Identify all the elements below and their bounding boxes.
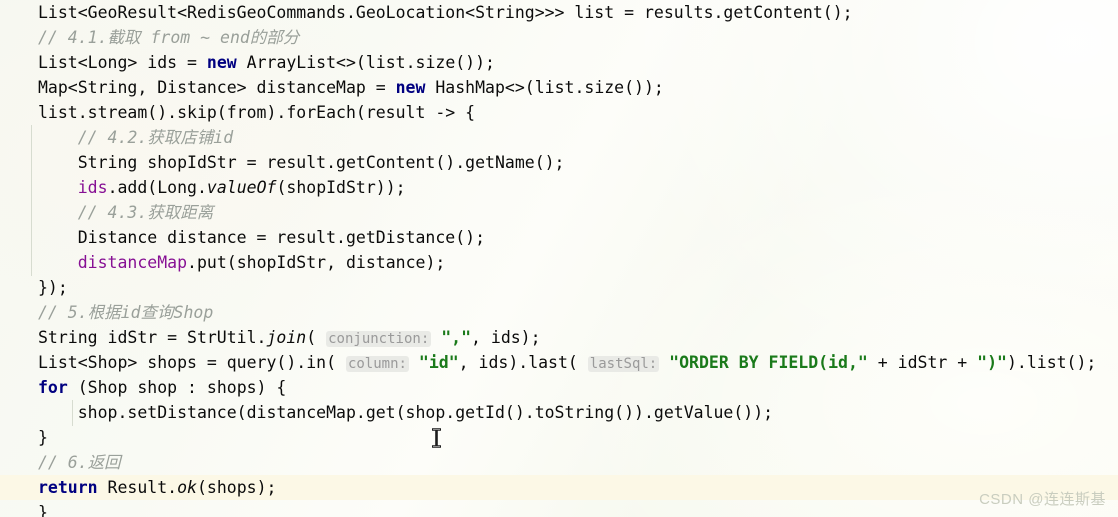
code-line[interactable]: String idStr = StrUtil.join( conjunction…: [0, 325, 1118, 350]
code-token-fld: distanceMap: [77, 253, 188, 272]
code-line[interactable]: // 4.1.截取 from ~ end的部分: [0, 25, 1118, 50]
code-token-plain: }: [38, 503, 48, 517]
code-token-hint: conjunction:: [326, 331, 432, 347]
code-token-plain: (shopIdStr));: [276, 178, 406, 197]
code-token-plain: .put(shopIdStr, distance);: [187, 253, 446, 272]
code-line[interactable]: List<Long> ids = new ArrayList<>(list.si…: [0, 50, 1118, 75]
code-token-plain: + idStr +: [867, 353, 978, 372]
code-token-hint: lastSql:: [587, 356, 660, 372]
code-token-plain: list.stream().skip(from).forEach(result …: [38, 103, 476, 122]
code-token-cmt: // 4.1.截取 from ~ end的部分: [38, 28, 300, 47]
code-token-fld: ids: [77, 178, 108, 197]
code-line[interactable]: // 4.2.获取店铺id: [0, 125, 1118, 150]
code-token-str: "id": [418, 353, 459, 372]
code-token-plain: Distance distance = result.getDistance()…: [38, 228, 486, 247]
code-line[interactable]: });: [0, 275, 1118, 300]
code-token-plain: }: [38, 428, 48, 447]
code-block[interactable]: List<GeoResult<RedisGeoCommands.GeoLocat…: [0, 0, 1118, 517]
code-token-kw: return: [38, 478, 98, 497]
code-token-plain: ).list();: [1006, 353, 1097, 372]
code-line[interactable]: distanceMap.put(shopIdStr, distance);: [0, 250, 1118, 275]
code-token-plain: String shopIdStr = result.getContent().g…: [38, 153, 565, 172]
code-token-cmt: // 4.2.获取店铺id: [77, 128, 234, 147]
code-token-str: ")": [977, 353, 1007, 372]
code-token-mi: valueOf: [206, 178, 277, 197]
code-token-plain: Map<String, Distance> distanceMap =: [38, 78, 396, 97]
code-token-plain: HashMap<>(list.size());: [425, 78, 664, 97]
code-token-plain: , ids).last(: [458, 353, 588, 372]
code-token-plain: (Shop shop : shops) {: [67, 378, 287, 397]
code-line[interactable]: for (Shop shop : shops) {: [0, 375, 1118, 400]
code-token-cmt: // 6.返回: [38, 453, 121, 472]
code-line[interactable]: List<Shop> shops = query().in( column: "…: [0, 350, 1118, 375]
code-line[interactable]: return Result.ok(shops);: [0, 475, 1118, 500]
code-line[interactable]: List<GeoResult<RedisGeoCommands.GeoLocat…: [0, 0, 1118, 25]
code-token-str: ",": [441, 328, 472, 347]
code-token-plain: List<GeoResult<RedisGeoCommands.GeoLocat…: [38, 3, 853, 22]
code-token-kw: new: [395, 78, 426, 97]
code-token-cmt: // 4.3.获取距离: [77, 203, 214, 222]
code-token-plain: Result.: [97, 478, 178, 497]
code-token-plain: , ids);: [471, 328, 541, 347]
code-line[interactable]: Map<String, Distance> distanceMap = new …: [0, 75, 1118, 100]
code-token-hint: column:: [345, 356, 409, 372]
code-token-plain: shop.setDistance(distanceMap.get(shop.ge…: [38, 403, 774, 422]
code-line[interactable]: }: [0, 425, 1118, 450]
code-token-plain: (shops);: [196, 478, 277, 497]
code-token-plain: List<Long> ids =: [38, 53, 207, 72]
code-token-plain: String idStr = StrUtil.: [38, 328, 267, 347]
code-editor-screenshot: List<GeoResult<RedisGeoCommands.GeoLocat…: [0, 0, 1118, 517]
code-token-plain: ArrayList<>(list.size());: [236, 53, 495, 72]
code-line[interactable]: }: [0, 500, 1118, 517]
code-token-plain: });: [38, 278, 68, 297]
code-line[interactable]: shop.setDistance(distanceMap.get(shop.ge…: [0, 400, 1118, 425]
code-token-mi: join: [266, 328, 307, 347]
code-token-plain: (: [306, 328, 327, 347]
code-line[interactable]: ids.add(Long.valueOf(shopIdStr));: [0, 175, 1118, 200]
code-token-plain: .add(Long.: [107, 178, 207, 197]
code-token-plain: List<Shop> shops = query().in(: [38, 353, 346, 372]
code-token-kw: new: [206, 53, 237, 72]
code-token-str: "ORDER BY FIELD(id,": [669, 353, 868, 372]
code-line[interactable]: Distance distance = result.getDistance()…: [0, 225, 1118, 250]
code-token-mi: ok: [177, 478, 197, 497]
code-line[interactable]: // 6.返回: [0, 450, 1118, 475]
code-line[interactable]: String shopIdStr = result.getContent().g…: [0, 150, 1118, 175]
code-line[interactable]: list.stream().skip(from).forEach(result …: [0, 100, 1118, 125]
code-line[interactable]: // 4.3.获取距离: [0, 200, 1118, 225]
code-line[interactable]: // 5.根据id查询Shop: [0, 300, 1118, 325]
code-token-kw: for: [38, 378, 68, 397]
code-token-cmt: // 5.根据id查询Shop: [38, 303, 214, 322]
